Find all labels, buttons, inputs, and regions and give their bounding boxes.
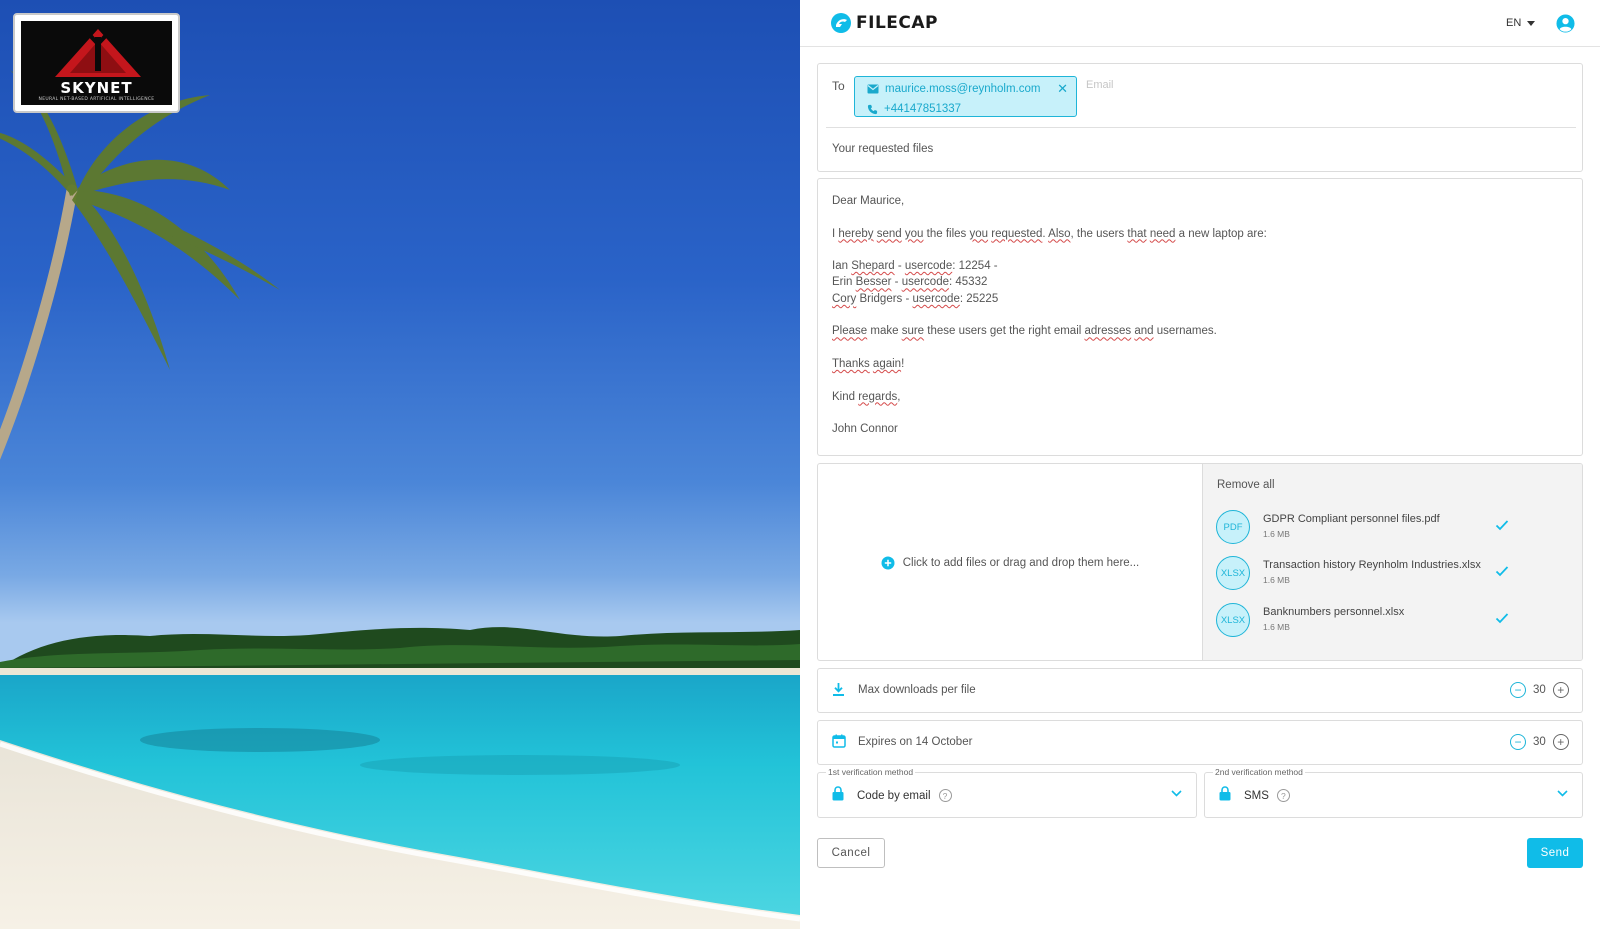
message-user-3: Cory Bridgers - usercode: 25225 [832,292,999,305]
close-icon[interactable]: ✕ [1057,81,1068,97]
message-closing: Kind regards, [832,390,901,403]
language-selector[interactable]: EN [1506,17,1536,29]
message-greeting: Dear Maurice, [832,195,905,207]
file-item[interactable]: XLSX Transaction history Reynholm Indust… [1216,553,1576,593]
max-downloads-label: Max downloads per file [858,684,976,696]
expiry-value: 30 [1533,736,1546,748]
beach-scene-image [0,70,800,929]
language-label: EN [1506,17,1522,29]
message-signature: John Connor [832,423,898,436]
caret-down-icon [1527,20,1536,26]
add-circle-icon [881,556,895,570]
recipient-chip[interactable]: maurice.moss@reynholm.com +44147851337 ✕ [854,76,1077,117]
second-verification-select[interactable]: 2nd verification method SMS ? [1204,767,1583,818]
lock-icon [1219,786,1231,801]
to-label: To [832,79,845,93]
first-verification-value: Code by email ? [857,789,952,802]
files-card: Click to add files or drag and drop them… [817,463,1583,661]
check-icon [1495,613,1509,624]
file-size: 1.6 MB [1263,622,1290,632]
file-type-badge: XLSX [1216,556,1250,590]
dropzone-text: Click to add files or drag and drop them… [902,557,1140,569]
divider [826,127,1576,128]
filecap-logo-icon [831,13,851,33]
file-list: Remove all PDF GDPR Compliant personnel … [1202,464,1582,660]
max-downloads-setting: Max downloads per file − 30 + [817,668,1583,713]
recipient-phone: +44147851337 [884,103,962,115]
brand[interactable]: FILECAP [830,12,938,34]
file-size: 1.6 MB [1263,529,1290,539]
chevron-down-icon [1557,790,1568,797]
expiry-setting: Expires on 14 October − 30 + [817,720,1583,765]
expiry-label[interactable]: Expires on 14 October [858,736,972,748]
message-intro: I hereby send you the files you requeste… [832,227,1267,240]
help-icon[interactable]: ? [1276,789,1290,802]
user-menu[interactable] [1556,14,1575,38]
file-name: Transaction history Reynholm Industries.… [1263,559,1481,571]
increase-button[interactable]: + [1552,682,1569,698]
max-downloads-stepper: − 30 + [1510,682,1569,698]
decrease-button[interactable]: − [1510,734,1526,750]
logo-name: SKYNET [60,79,133,97]
file-dropzone[interactable]: Click to add files or drag and drop them… [818,464,1202,660]
mail-icon [867,84,879,94]
decrease-button[interactable]: − [1510,682,1526,698]
send-button[interactable]: Send [1527,838,1583,868]
file-item[interactable]: XLSX Banknumbers personnel.xlsx 1.6 MB [1216,600,1576,640]
second-verification-legend: 2nd verification method [1213,767,1305,777]
file-type-badge: XLSX [1216,603,1250,637]
header: FILECAP EN [800,0,1600,47]
second-verification-value: SMS ? [1244,789,1290,802]
chip-phone-row: +44147851337 [867,103,961,115]
phone-icon [867,104,878,114]
user-circle-icon [1556,14,1575,33]
help-icon[interactable]: ? [938,789,952,802]
recipients-card: To maurice.moss@reynholm.com +4414785133… [817,63,1583,172]
message-request: Please make sure these users get the rig… [832,325,1217,338]
file-size: 1.6 MB [1263,575,1290,585]
skynet-logo: SKYNET NEURAL NET-BASED ARTIFICIAL INTEL… [13,13,180,113]
recipient-email: maurice.moss@reynholm.com [885,83,1041,95]
logo-tagline: NEURAL NET-BASED ARTIFICIAL INTELLIGENCE [38,97,155,102]
brand-name: FILECAP [856,13,938,33]
lock-icon [832,786,844,801]
max-downloads-value: 30 [1533,684,1546,696]
file-name: GDPR Compliant personnel files.pdf [1263,513,1440,525]
chip-email-row: maurice.moss@reynholm.com [867,83,1040,95]
file-item[interactable]: PDF GDPR Compliant personnel files.pdf 1… [1216,507,1576,547]
subject-field[interactable]: Your requested files [832,143,933,155]
chevron-down-icon [1171,790,1182,797]
background-photo: SKYNET NEURAL NET-BASED ARTIFICIAL INTEL… [0,0,800,929]
increase-button[interactable]: + [1552,734,1569,750]
message-thanks: Thanks again! [832,357,905,370]
expiry-stepper: − 30 + [1510,734,1569,750]
message-user-1: Ian Shepard - usercode: 12254 - [832,260,998,273]
calendar-icon [832,734,846,748]
file-type-badge: PDF [1216,510,1250,544]
send-panel: FILECAP EN To maurice.moss@reynholm.com [800,0,1600,929]
first-verification-select[interactable]: 1st verification method Code by email ? [817,767,1197,818]
download-icon [833,683,844,696]
check-icon [1495,566,1509,577]
cancel-button[interactable]: Cancel [817,838,885,868]
message-body[interactable]: Dear Maurice, I hereby send you the file… [817,178,1583,456]
message-user-2: Erin Besser - usercode: 45332 [832,276,988,289]
check-icon [1495,520,1509,531]
remove-all-button[interactable]: Remove all [1217,479,1275,491]
email-input[interactable] [1086,79,1286,91]
file-name: Banknumbers personnel.xlsx [1263,606,1405,618]
first-verification-legend: 1st verification method [826,767,916,777]
